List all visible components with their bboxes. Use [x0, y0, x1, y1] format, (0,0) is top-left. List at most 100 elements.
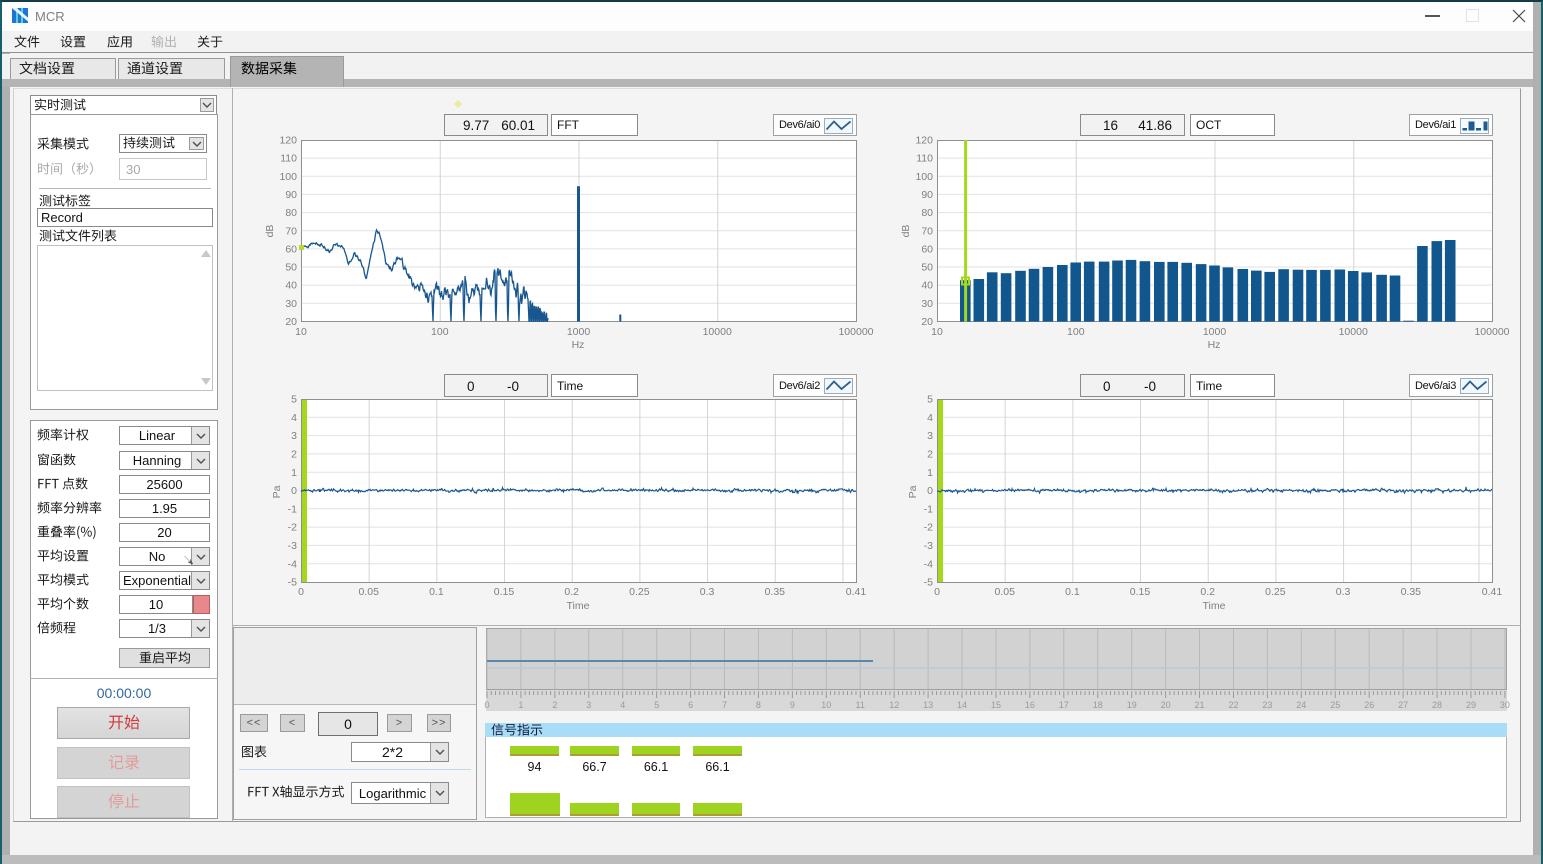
svg-text:25: 25 [1330, 700, 1340, 710]
svg-text:23: 23 [1262, 700, 1272, 710]
svg-text:70: 70 [285, 225, 297, 237]
svg-text:0: 0 [927, 485, 933, 497]
svg-text:120: 120 [915, 135, 933, 147]
svg-text:10000: 10000 [1339, 326, 1368, 338]
svg-text:4: 4 [620, 700, 625, 710]
svg-text:0.2: 0.2 [1200, 586, 1215, 598]
svg-text:-1: -1 [288, 503, 297, 515]
svg-text:5: 5 [654, 700, 659, 710]
svg-text:Pa: Pa [907, 485, 919, 498]
svg-text:3: 3 [927, 430, 933, 442]
svg-text:30: 30 [921, 298, 933, 310]
svg-text:1: 1 [518, 700, 523, 710]
svg-text:30: 30 [1500, 700, 1510, 710]
svg-text:Time: Time [1203, 600, 1226, 612]
svg-text:1000: 1000 [567, 326, 591, 338]
svg-text:19: 19 [1127, 700, 1137, 710]
svg-text:120: 120 [279, 135, 297, 147]
svg-text:80: 80 [285, 207, 297, 219]
svg-text:1: 1 [927, 467, 933, 479]
svg-text:0.41: 0.41 [846, 586, 867, 598]
svg-text:10: 10 [821, 700, 831, 710]
svg-text:0: 0 [934, 586, 940, 598]
svg-text:-1: -1 [924, 503, 933, 515]
svg-text:16: 16 [1025, 700, 1035, 710]
svg-text:-5: -5 [924, 577, 933, 589]
svg-text:12: 12 [889, 700, 899, 710]
svg-text:0.3: 0.3 [1336, 586, 1351, 598]
svg-text:100: 100 [279, 171, 297, 183]
svg-text:29: 29 [1466, 700, 1476, 710]
svg-text:-2: -2 [924, 522, 933, 534]
svg-text:15: 15 [991, 700, 1001, 710]
svg-text:6: 6 [688, 700, 693, 710]
svg-text:0.1: 0.1 [1065, 586, 1080, 598]
svg-text:11: 11 [856, 700, 865, 710]
svg-text:0.25: 0.25 [629, 586, 650, 598]
svg-text:0.15: 0.15 [494, 586, 515, 598]
svg-text:20: 20 [1161, 700, 1171, 710]
svg-text:4: 4 [927, 412, 933, 424]
svg-text:22: 22 [1228, 700, 1238, 710]
svg-text:24: 24 [1296, 700, 1306, 710]
svg-text:90: 90 [285, 189, 297, 201]
svg-text:-2: -2 [288, 522, 297, 534]
svg-text:7: 7 [722, 700, 727, 710]
svg-text:100000: 100000 [1474, 326, 1509, 338]
svg-text:0.35: 0.35 [765, 586, 786, 598]
svg-text:2: 2 [552, 700, 557, 710]
svg-text:14: 14 [957, 700, 967, 710]
svg-text:4: 4 [291, 412, 297, 424]
svg-text:13: 13 [923, 700, 933, 710]
svg-text:5: 5 [291, 394, 297, 406]
svg-text:28: 28 [1432, 700, 1442, 710]
svg-text:100: 100 [1067, 326, 1085, 338]
svg-text:21: 21 [1194, 700, 1204, 710]
svg-text:Hz: Hz [572, 339, 585, 351]
svg-text:-3: -3 [924, 540, 933, 552]
svg-text:dB: dB [900, 225, 912, 238]
svg-text:1000: 1000 [1203, 326, 1227, 338]
svg-text:-3: -3 [288, 540, 297, 552]
svg-text:100: 100 [431, 326, 449, 338]
svg-text:-4: -4 [288, 558, 297, 570]
svg-text:100: 100 [915, 171, 933, 183]
svg-text:2: 2 [291, 449, 297, 461]
svg-text:10000: 10000 [703, 326, 732, 338]
svg-text:80: 80 [921, 207, 933, 219]
svg-text:27: 27 [1398, 700, 1408, 710]
svg-text:0.2: 0.2 [564, 586, 579, 598]
svg-text:Time: Time [567, 600, 590, 612]
svg-text:10: 10 [931, 326, 943, 338]
svg-text:0.25: 0.25 [1265, 586, 1286, 598]
svg-text:3: 3 [291, 430, 297, 442]
svg-text:90: 90 [921, 189, 933, 201]
svg-text:8: 8 [756, 700, 761, 710]
svg-text:26: 26 [1364, 700, 1374, 710]
svg-text:0.3: 0.3 [700, 586, 715, 598]
svg-text:18: 18 [1093, 700, 1103, 710]
svg-text:3: 3 [586, 700, 591, 710]
svg-text:-5: -5 [288, 577, 297, 589]
svg-text:0: 0 [298, 586, 304, 598]
svg-text:2: 2 [927, 449, 933, 461]
svg-text:0: 0 [484, 700, 489, 710]
svg-text:0.15: 0.15 [1130, 586, 1151, 598]
svg-text:70: 70 [921, 225, 933, 237]
svg-text:40: 40 [285, 280, 297, 292]
svg-text:1: 1 [291, 467, 297, 479]
svg-text:10: 10 [295, 326, 307, 338]
svg-text:40: 40 [921, 280, 933, 292]
svg-text:50: 50 [921, 262, 933, 274]
svg-text:0.1: 0.1 [429, 586, 444, 598]
svg-text:Pa: Pa [271, 485, 283, 498]
svg-text:110: 110 [916, 153, 933, 165]
svg-text:50: 50 [285, 262, 297, 274]
svg-text:30: 30 [285, 298, 297, 310]
svg-text:60: 60 [921, 244, 933, 256]
svg-text:60: 60 [285, 244, 297, 256]
svg-text:0.05: 0.05 [994, 586, 1015, 598]
svg-text:5: 5 [927, 394, 933, 406]
svg-text:9: 9 [790, 700, 795, 710]
svg-text:0.41: 0.41 [1482, 586, 1503, 598]
